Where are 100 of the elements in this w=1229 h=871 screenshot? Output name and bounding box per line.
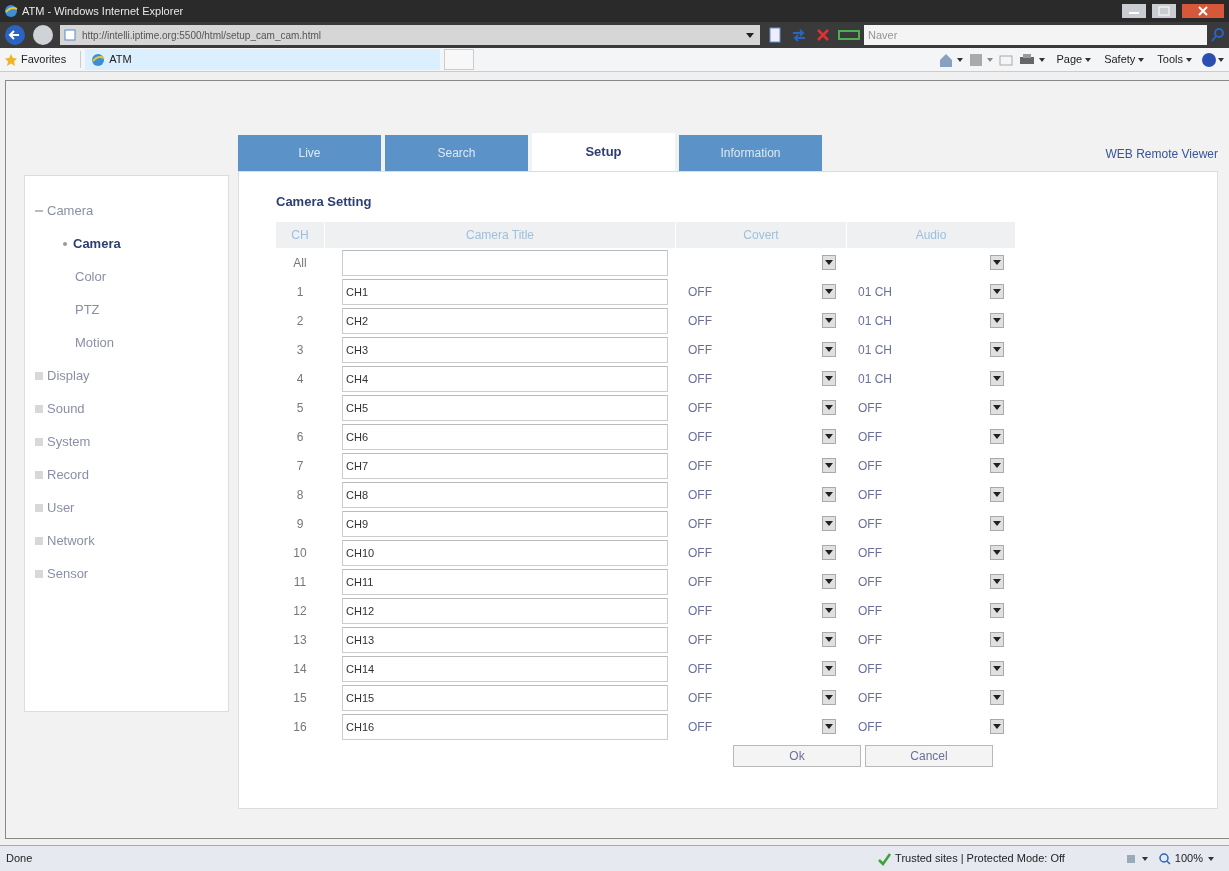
favorites-button[interactable]: Favorites	[4, 51, 82, 68]
camera-title-field[interactable]: CH1	[342, 278, 668, 305]
sidebar-item[interactable]: System	[35, 425, 228, 458]
audio-dropdown[interactable]: 01 CH	[844, 282, 1012, 301]
command-menu[interactable]: Page	[1052, 51, 1097, 68]
camera-title-field[interactable]: CH11	[342, 568, 668, 595]
search-field[interactable]: Naver	[864, 25, 1207, 45]
sidebar-item[interactable]: Network	[35, 524, 228, 557]
command-menu[interactable]: Safety	[1100, 51, 1150, 68]
caret-icon	[822, 574, 836, 589]
sidebar-item[interactable]: Sensor	[35, 557, 228, 590]
covert-dropdown[interactable]: OFF	[674, 485, 844, 504]
back-icon[interactable]	[4, 24, 26, 46]
camera-title-field[interactable]: CH15	[342, 684, 668, 711]
caret-icon	[822, 632, 836, 647]
camera-title-field[interactable]: CH6	[342, 423, 668, 450]
sidebar-item[interactable]: Record	[35, 458, 228, 491]
camera-title-field[interactable]: CH7	[342, 452, 668, 479]
web-remote-viewer-link[interactable]: WEB Remote Viewer	[1105, 145, 1218, 163]
audio-dropdown[interactable]: OFF	[844, 485, 1012, 504]
nav-tab[interactable]: Search	[385, 135, 528, 171]
close-icon[interactable]	[1181, 3, 1225, 19]
minimize-icon[interactable]	[1121, 3, 1147, 19]
covert-dropdown[interactable]: OFF	[674, 427, 844, 446]
channel-number: 13	[292, 631, 308, 649]
covert-dropdown[interactable]: OFF	[674, 456, 844, 475]
camera-title-field[interactable]: CH2	[342, 307, 668, 334]
channel-number: 10	[292, 544, 308, 562]
covert-dropdown[interactable]: OFF	[674, 717, 844, 736]
covert-dropdown[interactable]: OFF	[674, 630, 844, 649]
caret-icon	[822, 603, 836, 618]
channel-number: 9	[295, 515, 305, 533]
maximize-icon[interactable]	[1151, 3, 1177, 19]
sidebar-subitem[interactable]: Camera	[35, 227, 228, 260]
audio-dropdown[interactable]: OFF	[844, 717, 1012, 736]
form-button[interactable]: Cancel	[865, 745, 993, 767]
camera-title-field[interactable]: CH10	[342, 539, 668, 566]
audio-dropdown[interactable]: OFF	[844, 630, 1012, 649]
sidebar-subitem[interactable]: Motion	[35, 326, 228, 359]
caret-icon	[990, 284, 1004, 299]
covert-dropdown[interactable]: OFF	[674, 601, 844, 620]
bullet-icon	[63, 241, 67, 246]
sidebar-item[interactable]: Sound	[35, 392, 228, 425]
address-bar[interactable]: http://intelli.iptime.org:5500/html/setup_cam_cam.html	[60, 25, 760, 45]
zoom-control[interactable]: 100%	[1150, 850, 1223, 867]
caret-icon	[990, 371, 1004, 386]
security-zone: Trusted sites | Protected Mode: Off	[877, 850, 1125, 867]
camera-title-field[interactable]: CH4	[342, 365, 668, 392]
covert-dropdown[interactable]: OFF	[674, 340, 844, 359]
camera-title-field[interactable]: CH12	[342, 597, 668, 624]
covert-dropdown[interactable]: OFF	[674, 659, 844, 678]
covert-dropdown[interactable]: OFF	[674, 311, 844, 330]
camera-title-field[interactable]: CH16	[342, 713, 668, 740]
caret-icon	[822, 429, 836, 444]
audio-dropdown[interactable]: OFF	[844, 572, 1012, 591]
command-menu[interactable]: Tools	[1153, 51, 1197, 68]
caret-icon	[990, 429, 1004, 444]
sidebar-item[interactable]: Camera	[35, 194, 228, 227]
covert-dropdown[interactable]: OFF	[674, 688, 844, 707]
caret-icon	[822, 487, 836, 502]
audio-dropdown[interactable]: OFF	[844, 543, 1012, 562]
nav-tab[interactable]: Live	[238, 135, 381, 171]
audio-dropdown[interactable]: OFF	[844, 514, 1012, 533]
camera-title-field[interactable]: CH3	[342, 336, 668, 363]
camera-title-field[interactable]: CH9	[342, 510, 668, 537]
caret-icon	[822, 342, 836, 357]
camera-title-field[interactable]: CH8	[342, 481, 668, 508]
form-button[interactable]: Ok	[733, 745, 861, 767]
audio-dropdown[interactable]: OFF	[844, 456, 1012, 475]
camera-title-field[interactable]: CH13	[342, 626, 668, 653]
covert-dropdown[interactable]: OFF	[674, 282, 844, 301]
covert-dropdown[interactable]: OFF	[674, 514, 844, 533]
channel-number: 4	[295, 370, 305, 388]
sidebar-subitem[interactable]: Color	[35, 260, 228, 293]
caret-icon	[990, 690, 1004, 705]
camera-title-field[interactable]	[342, 249, 668, 276]
covert-dropdown[interactable]: OFF	[674, 572, 844, 591]
covert-dropdown[interactable]: OFF	[674, 369, 844, 388]
caret-icon	[990, 661, 1004, 676]
audio-dropdown[interactable]: OFF	[844, 601, 1012, 620]
audio-dropdown[interactable]: 01 CH	[844, 311, 1012, 330]
audio-dropdown[interactable]: OFF	[844, 688, 1012, 707]
sidebar-item[interactable]: Display	[35, 359, 228, 392]
sidebar-item[interactable]: User	[35, 491, 228, 524]
audio-dropdown[interactable]: OFF	[844, 427, 1012, 446]
audio-dropdown[interactable]: OFF	[844, 659, 1012, 678]
home-icon[interactable]	[938, 51, 965, 68]
camera-title-field[interactable]: CH5	[342, 394, 668, 421]
browser-tab[interactable]: ATM	[85, 49, 441, 70]
covert-dropdown[interactable]: OFF	[674, 398, 844, 417]
sidebar-subitem[interactable]: PTZ	[35, 293, 228, 326]
nav-tab[interactable]: Setup	[532, 133, 675, 171]
nav-tab[interactable]: Information	[679, 135, 822, 171]
audio-dropdown[interactable]: OFF	[844, 398, 1012, 417]
camera-title-field[interactable]: CH14	[342, 655, 668, 682]
covert-dropdown[interactable]: OFF	[674, 543, 844, 562]
caret-icon	[990, 313, 1004, 328]
audio-dropdown[interactable]: 01 CH	[844, 340, 1012, 359]
audio-dropdown[interactable]: 01 CH	[844, 369, 1012, 388]
column-header: Camera Title	[325, 222, 675, 248]
